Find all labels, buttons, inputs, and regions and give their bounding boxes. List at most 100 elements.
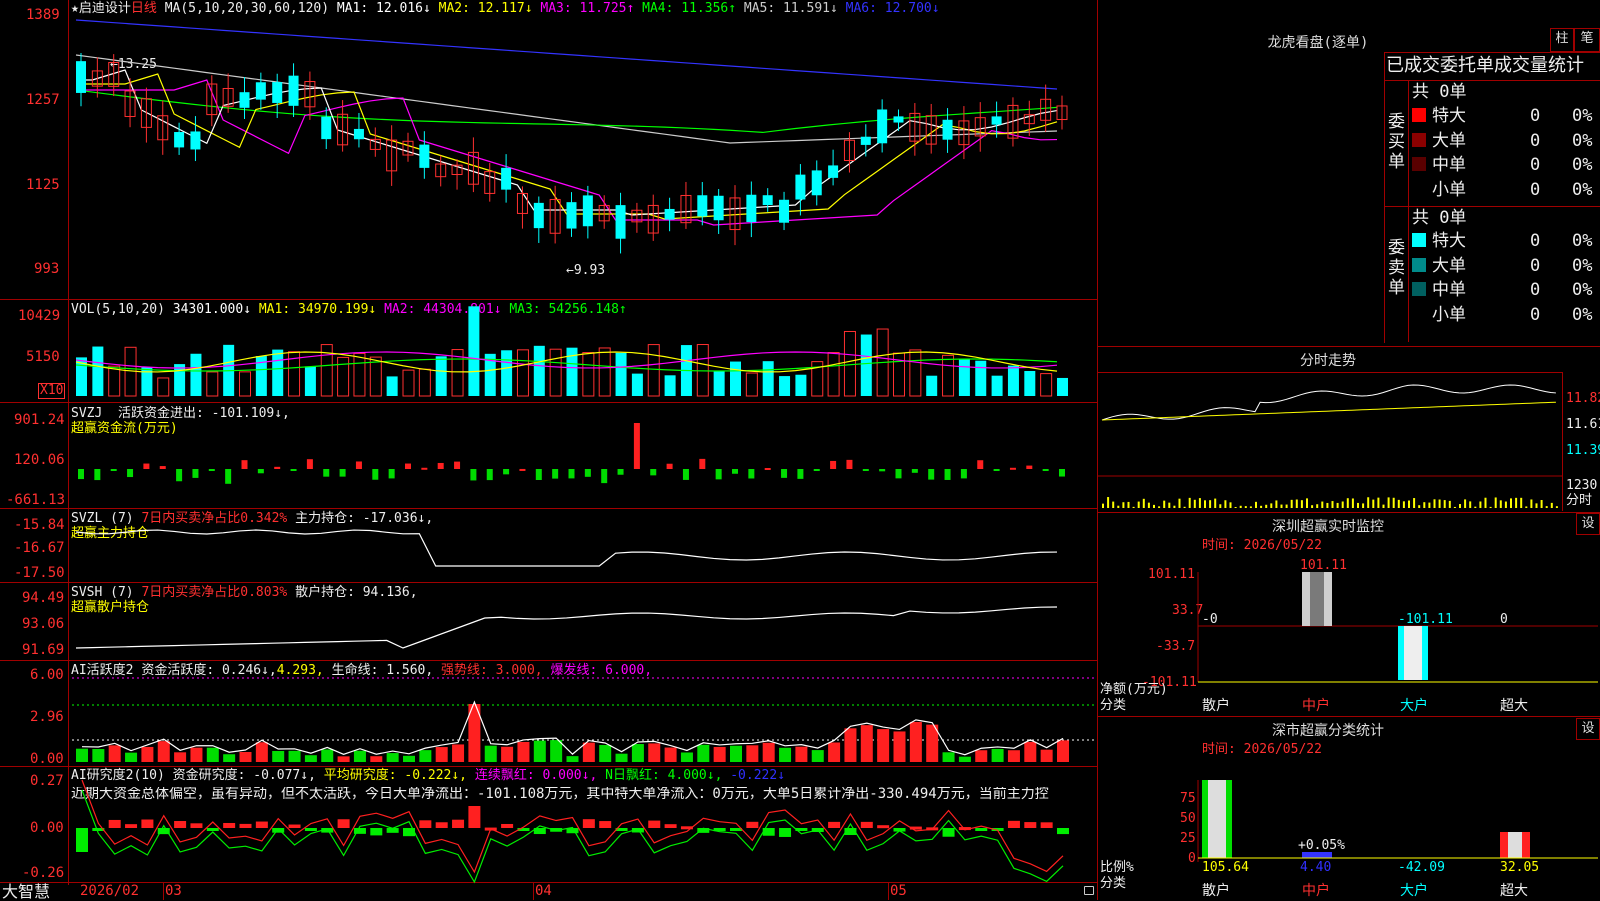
fenshi-vol-bar — [1188, 497, 1191, 508]
volume-bar — [827, 352, 840, 397]
fenshi-vol-bar — [1418, 505, 1421, 508]
research-bar — [1007, 820, 1020, 828]
activity-bar — [386, 753, 399, 762]
candle-body — [713, 195, 724, 221]
activity-bar — [239, 751, 252, 762]
fenshi-vol-bar — [1270, 503, 1273, 508]
activity-bar — [762, 742, 775, 762]
flow-bar — [208, 469, 215, 471]
volume-bar — [958, 358, 970, 396]
research-bar — [223, 822, 236, 828]
fenshi-vol-bar — [1515, 497, 1518, 508]
fenshi-vol-bar — [1474, 506, 1477, 508]
fenshi-avg-line — [1101, 401, 1556, 421]
flow-bar — [633, 423, 640, 469]
fenshi-vol-bar — [1489, 506, 1492, 508]
volume-bar — [353, 352, 366, 397]
activity-bar — [206, 747, 219, 762]
volume-bar — [386, 376, 398, 396]
flow-bar — [715, 469, 722, 480]
main-chart-area[interactable]: ★启迪设计日线 MA(5,10,20,30,60,120) MA1: 12.01… — [0, 0, 1098, 900]
fenshi-vol-bar — [1107, 497, 1110, 508]
fenshi-vol-bar — [1545, 506, 1548, 508]
activity-bar — [958, 756, 971, 762]
volume-bar — [337, 356, 350, 397]
research-bar — [1057, 828, 1069, 835]
research-bar — [746, 821, 759, 828]
flow-bar — [192, 469, 199, 478]
volume-bar — [108, 365, 121, 397]
volume-bar — [1007, 365, 1019, 396]
research-bar — [141, 819, 154, 828]
fenshi-vol-bar — [1183, 506, 1186, 508]
research-bar — [206, 828, 219, 831]
flow-bar — [339, 469, 346, 477]
flow-bar — [568, 469, 575, 479]
fenshi-vol-bar — [1341, 501, 1344, 508]
flow-bar — [486, 469, 493, 481]
activity-bar — [1040, 749, 1053, 762]
research-bar — [1024, 822, 1037, 828]
fenshi-vol-bar — [1499, 500, 1502, 508]
fenshi-vol-bar — [1285, 504, 1288, 508]
fenshi-vol-bar — [1433, 499, 1436, 508]
flow-bar — [274, 466, 281, 469]
volume-bar — [402, 369, 415, 397]
fenshi-vol-bar — [1510, 498, 1512, 508]
fenshi-vol-bar — [1377, 497, 1380, 508]
activity-bar — [272, 750, 285, 762]
fenshi-vol-bar — [1306, 498, 1308, 508]
research-bar — [501, 823, 514, 828]
volume-bar — [468, 306, 480, 396]
fenshi-vol-bar — [1209, 500, 1212, 508]
research-bar — [337, 819, 350, 828]
candle-body — [255, 82, 266, 100]
fenshi-vol-bar — [1448, 500, 1451, 508]
activity-bar — [566, 756, 579, 762]
volume-bar — [516, 349, 529, 397]
volume-bar — [779, 376, 791, 396]
fenshi-vol-bar — [1265, 504, 1268, 508]
flow-bar — [1042, 469, 1049, 471]
chart-canvas[interactable] — [0, 0, 1098, 900]
volume-bar — [501, 350, 513, 396]
volume-bar — [549, 348, 562, 397]
activity-bar — [517, 741, 530, 762]
volume-bar — [843, 330, 856, 397]
volume-bar — [582, 352, 595, 397]
activity-bar — [1024, 741, 1037, 762]
activity-bar — [223, 754, 236, 762]
research-bar — [582, 819, 595, 828]
fenshi-vol-bar — [1346, 498, 1349, 508]
candle-body — [533, 202, 544, 229]
activity-bar — [811, 750, 824, 762]
activity-bar — [779, 747, 792, 762]
candle-body — [746, 194, 757, 223]
fenshi-vol-bar — [1112, 501, 1115, 508]
fenshi-vol-bar — [1168, 502, 1171, 508]
fenshi-vol-bar — [1382, 504, 1385, 508]
research-bar — [435, 822, 448, 828]
candle-body — [811, 170, 822, 196]
candle-body — [877, 109, 888, 144]
research-green-line — [81, 789, 1064, 884]
flow-bar — [143, 463, 150, 469]
flow-bar — [1009, 467, 1016, 470]
side-panel: 龙虎看盘(逐单) 柱 笔 已成交委托单成交量统计 委买单 委卖单 共 0单 特大… — [1098, 0, 1600, 900]
fenshi-vol-bar — [1316, 504, 1319, 508]
volume-bar — [942, 354, 955, 397]
sanhu-line — [75, 606, 1058, 649]
flow-bar — [764, 468, 771, 471]
candle-body — [664, 208, 675, 220]
fenshi-vol-bar — [1484, 497, 1487, 508]
candle-body — [779, 199, 790, 223]
activity-bar — [713, 746, 726, 762]
fenshi-vol-bar — [1351, 498, 1354, 508]
research-bar — [370, 828, 383, 836]
candle-body — [501, 167, 512, 190]
flow-bar — [666, 463, 673, 469]
activity-bar — [942, 752, 955, 762]
research-bar — [174, 821, 187, 828]
fenshi-vol-bar — [1550, 502, 1553, 508]
stat-bar-chaoda-shade — [1508, 832, 1522, 858]
